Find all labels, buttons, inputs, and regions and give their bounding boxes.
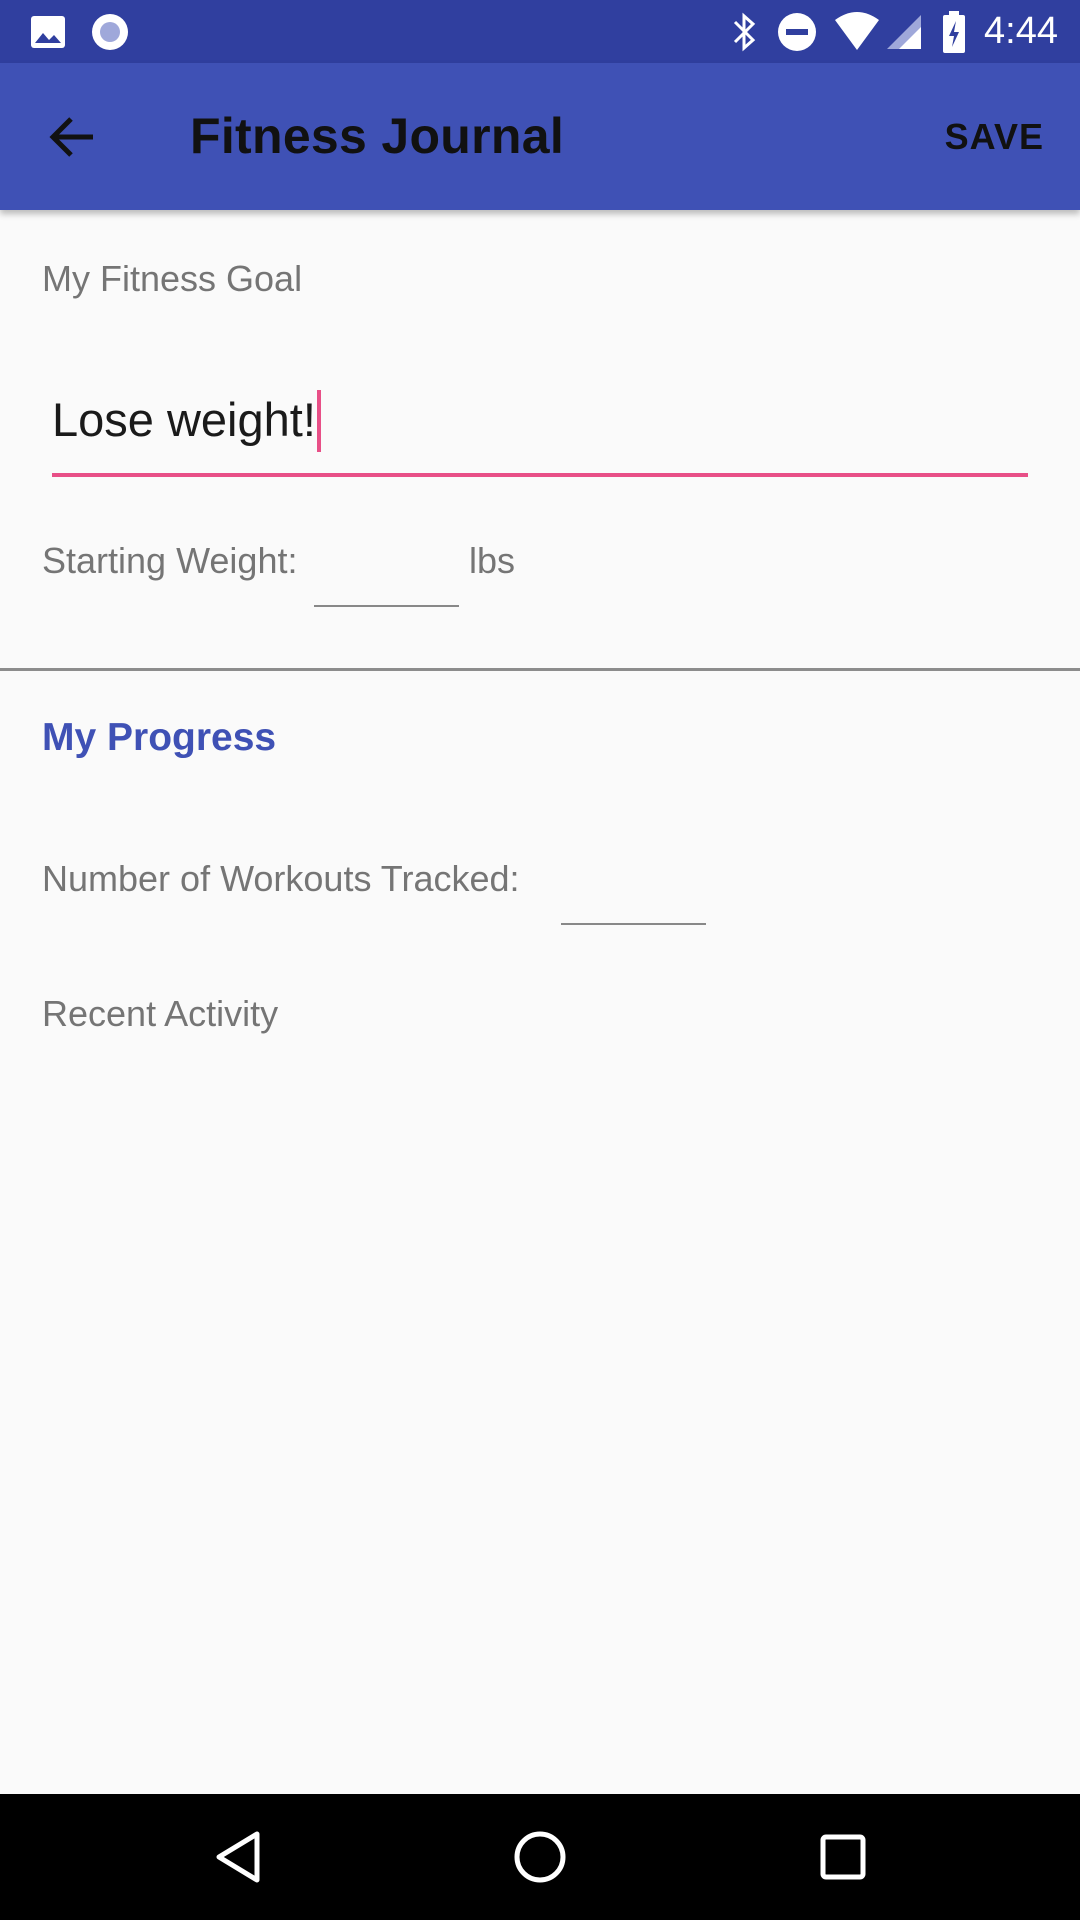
wifi-icon	[832, 0, 882, 63]
fitness-goal-label: My Fitness Goal	[42, 258, 303, 299]
recent-activity-label: Recent Activity	[42, 993, 279, 1034]
app-title: Fitness Journal	[190, 108, 565, 164]
nav-back-button[interactable]	[175, 1794, 301, 1920]
sync-icon	[88, 0, 132, 63]
bluetooth-icon	[728, 0, 760, 63]
signal-icon	[884, 0, 924, 63]
navigation-bar	[0, 1794, 1080, 1920]
my-progress-heading: My Progress	[42, 716, 277, 759]
nav-back-icon	[216, 1831, 260, 1883]
starting-weight-label: Starting Weight:	[42, 540, 298, 581]
nav-recents-button[interactable]	[780, 1794, 906, 1920]
app-bar: Fitness Journal SAVE	[0, 63, 1080, 210]
weight-unit-label: lbs	[469, 540, 516, 581]
fitness-goal-value: Lose weight!	[52, 385, 321, 455]
back-button[interactable]	[30, 97, 116, 177]
battery-charging-icon	[940, 0, 968, 63]
nav-recents-icon	[820, 1834, 866, 1880]
workouts-tracked-input[interactable]	[561, 883, 706, 925]
workouts-tracked-label: Number of Workouts Tracked:	[42, 858, 520, 899]
section-divider	[0, 668, 1080, 671]
fitness-goal-input[interactable]: Lose weight!	[52, 385, 1028, 477]
text-cursor	[316, 389, 321, 452]
nav-home-button[interactable]	[477, 1794, 603, 1920]
fitness-goal-text: Lose weight!	[52, 393, 316, 446]
status-bar: 4:44	[0, 0, 1080, 63]
status-time: 4:44	[984, 10, 1058, 52]
do-not-disturb-icon	[776, 0, 818, 63]
arrow-back-icon	[49, 117, 93, 157]
nav-home-icon	[514, 1831, 566, 1883]
starting-weight-input[interactable]	[314, 565, 459, 607]
image-icon	[28, 0, 68, 63]
save-button[interactable]: SAVE	[941, 103, 1048, 171]
